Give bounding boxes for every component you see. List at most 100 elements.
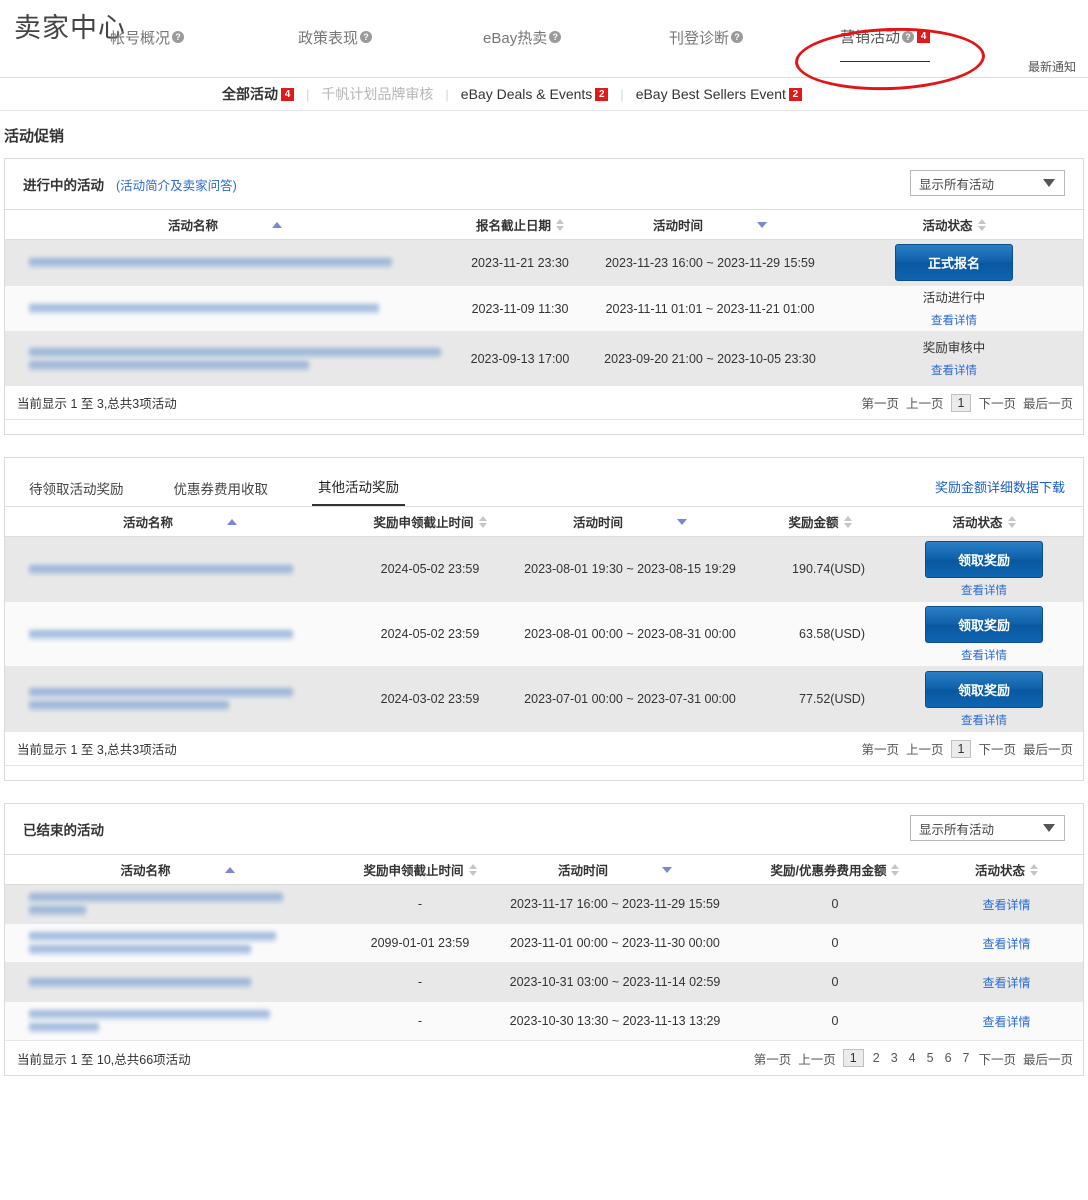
nav-item-2[interactable]: 政策表现?	[298, 27, 373, 62]
rewards-tabs: 待领取活动奖励 优惠券费用收取 其他活动奖励 奖励金额详细数据下载	[5, 458, 1083, 506]
claim-reward-button[interactable]: 领取奖励	[925, 670, 1043, 708]
rewards-table: 活动名称 奖励申领截止时间 活动时间 奖励金额 活动状态 2024-05-02 …	[5, 506, 1083, 732]
view-detail-link[interactable]: 查看详情	[889, 712, 1079, 728]
col-activity-period[interactable]: 活动时间	[490, 854, 740, 885]
rewards-tab-3[interactable]: 其他活动奖励	[312, 476, 405, 506]
view-detail-link[interactable]: 查看详情	[889, 582, 1079, 598]
ended-page-6[interactable]: 6	[943, 1051, 954, 1065]
col-activity-period[interactable]: 活动时间	[505, 506, 755, 537]
cell-period: 2023-08-01 19:30 ~ 2023-08-15 19:29	[505, 536, 755, 602]
ended-first-page[interactable]: 第一页	[754, 1049, 792, 1068]
subnav-item-1[interactable]: 全部活动 4	[222, 84, 294, 104]
chevron-down-icon	[1043, 824, 1055, 832]
redacted-activity-name[interactable]	[29, 629, 351, 639]
redacted-activity-name[interactable]	[29, 347, 441, 370]
subnav-item-4[interactable]: eBay Best Sellers Event 2	[636, 86, 802, 102]
col-reward-amount[interactable]: 奖励金额	[755, 506, 885, 537]
ongoing-page-1[interactable]: 1	[950, 393, 972, 412]
view-detail-link[interactable]: 查看详情	[982, 898, 1030, 912]
redacted-activity-name[interactable]	[29, 893, 346, 915]
col-reward-claim-deadline[interactable]: 奖励申领截止时间	[355, 506, 505, 537]
redacted-activity-name[interactable]	[29, 258, 441, 267]
status-label: 活动进行中	[922, 291, 986, 306]
table-row: 2024-03-02 23:59 2023-07-01 00:00 ~ 2023-…	[5, 666, 1083, 732]
cell-period: 2023-11-11 01:01 ~ 2023-11-21 01:00	[595, 285, 825, 332]
ended-page-2[interactable]: 2	[871, 1051, 882, 1065]
subnav-item-2[interactable]: 千帆计划品牌审核	[321, 84, 433, 104]
rewards-first-page[interactable]: 第一页	[861, 739, 899, 758]
rewards-download-link[interactable]: 奖励金额详细数据下载	[935, 477, 1065, 496]
help-icon[interactable]: ?	[360, 31, 373, 43]
nav-item-3[interactable]: eBay热卖?	[483, 27, 562, 62]
rewards-prev-page[interactable]: 上一页	[906, 739, 944, 758]
help-icon[interactable]: ?	[902, 30, 915, 43]
ended-result-count: 当前显示 1 至 10,总共66项活动	[17, 1052, 191, 1067]
col-activity-name[interactable]: 活动名称	[5, 854, 350, 885]
col-label: 奖励金额	[788, 516, 839, 530]
redacted-activity-name[interactable]	[29, 1010, 346, 1032]
ended-page-4[interactable]: 4	[907, 1051, 918, 1065]
rewards-tab-2[interactable]: 优惠券费用收取	[168, 478, 275, 506]
table-row: 2024-05-02 23:59 2023-08-01 00:00 ~ 2023-…	[5, 601, 1083, 667]
ended-filter-dropdown[interactable]: 显示所有活动	[910, 815, 1065, 841]
col-signup-deadline[interactable]: 报名截止日期	[445, 209, 595, 240]
redacted-activity-name[interactable]	[29, 688, 351, 710]
cell-activity-name	[5, 884, 350, 924]
view-detail-link[interactable]: 查看详情	[889, 647, 1079, 663]
enroll-button[interactable]: 正式报名	[895, 244, 1013, 281]
rewards-page-1[interactable]: 1	[950, 739, 972, 758]
rewards-last-page[interactable]: 最后一页	[1023, 739, 1073, 758]
view-detail-link[interactable]: 查看详情	[982, 937, 1030, 951]
redacted-line	[29, 304, 380, 313]
ongoing-prev-page[interactable]: 上一页	[906, 393, 944, 412]
subnav-item-3[interactable]: eBay Deals & Events 2	[461, 86, 609, 102]
redacted-activity-name[interactable]	[29, 304, 441, 313]
rewards-tab-1[interactable]: 待领取活动奖励	[23, 478, 130, 506]
redacted-activity-name[interactable]	[29, 977, 346, 987]
col-activity-status[interactable]: 活动状态	[825, 209, 1083, 240]
ongoing-first-page[interactable]: 第一页	[861, 393, 899, 412]
ended-next-page[interactable]: 下一页	[978, 1049, 1016, 1068]
col-reward-coupon-amount[interactable]: 奖励/优惠券费用金额	[740, 854, 930, 885]
ongoing-faq-link[interactable]: (活动简介及卖家问答)	[116, 175, 237, 194]
col-label: 活动时间	[572, 516, 623, 530]
ended-page-1[interactable]: 1	[842, 1049, 864, 1067]
nav-item-4[interactable]: 刊登诊断?	[669, 27, 744, 62]
help-icon[interactable]: ?	[731, 31, 744, 43]
claim-reward-button[interactable]: 领取奖励	[925, 540, 1043, 578]
cell-status: 领取奖励 查看详情	[885, 666, 1083, 732]
rewards-result-count: 当前显示 1 至 3,总共3项活动	[17, 743, 177, 757]
ongoing-filter-dropdown[interactable]: 显示所有活动	[910, 170, 1065, 196]
ended-prev-page[interactable]: 上一页	[798, 1049, 836, 1068]
col-activity-name[interactable]: 活动名称	[5, 209, 445, 240]
nav-item-1[interactable]: 帐号概况?	[110, 27, 185, 62]
help-icon[interactable]: ?	[172, 31, 185, 43]
col-activity-name[interactable]: 活动名称	[5, 506, 355, 537]
cell-deadline: 2023-11-21 23:30	[445, 239, 595, 286]
view-detail-link[interactable]: 查看详情	[829, 312, 1079, 328]
claim-reward-button[interactable]: 领取奖励	[925, 605, 1043, 643]
ongoing-next-page[interactable]: 下一页	[978, 393, 1016, 412]
col-activity-period[interactable]: 活动时间	[595, 209, 825, 240]
col-activity-status[interactable]: 活动状态	[885, 506, 1083, 537]
cell-activity-name	[5, 666, 355, 732]
nav-item-5[interactable]: 营销活动? 4	[840, 26, 931, 62]
help-icon[interactable]: ?	[549, 31, 562, 43]
ongoing-last-page[interactable]: 最后一页	[1023, 393, 1073, 412]
col-reward-claim-deadline[interactable]: 奖励申领截止时间	[350, 854, 490, 885]
ended-page-7[interactable]: 7	[961, 1051, 972, 1065]
col-label: 活动状态	[922, 219, 973, 233]
view-detail-link[interactable]: 查看详情	[829, 362, 1079, 378]
ended-page-3[interactable]: 3	[889, 1051, 900, 1065]
latest-notice-link[interactable]: 最新通知	[1028, 58, 1076, 75]
rewards-next-page[interactable]: 下一页	[978, 739, 1016, 758]
col-label: 奖励申领截止时间	[363, 864, 464, 878]
col-activity-status[interactable]: 活动状态	[930, 854, 1083, 885]
ended-page-5[interactable]: 5	[925, 1051, 936, 1065]
view-detail-link[interactable]: 查看详情	[982, 1015, 1030, 1029]
view-detail-link[interactable]: 查看详情	[982, 976, 1030, 990]
redacted-activity-name[interactable]	[29, 932, 346, 954]
ended-last-page[interactable]: 最后一页	[1023, 1049, 1073, 1068]
redacted-activity-name[interactable]	[29, 564, 351, 574]
ended-filter-value: 显示所有活动	[919, 822, 995, 837]
